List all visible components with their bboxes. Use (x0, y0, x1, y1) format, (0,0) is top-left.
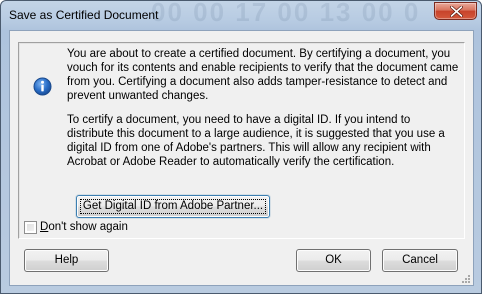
message-panel: You are about to create a certified docu… (18, 42, 465, 239)
get-digital-id-button[interactable]: Get Digital ID from Adobe Partner... (76, 195, 270, 218)
dialog-body: You are about to create a certified docu… (9, 30, 474, 286)
get-digital-id-label: Get Digital ID from Adobe Partner... (82, 200, 264, 212)
info-icon (33, 77, 52, 96)
close-icon (450, 6, 463, 17)
dont-show-again-checkbox[interactable] (24, 221, 37, 234)
window-title: Save as Certified Document (9, 8, 159, 22)
dont-show-again-label[interactable]: Don't show again (40, 221, 128, 233)
cancel-button[interactable]: Cancel (382, 249, 458, 272)
ok-button[interactable]: OK (296, 249, 371, 272)
title-bar[interactable]: Save as Certified Document (1, 1, 481, 29)
resize-grip-icon[interactable] (461, 274, 471, 284)
help-button[interactable]: Help (24, 249, 109, 272)
close-button[interactable] (434, 2, 477, 20)
dialog-window: 00 00 17 00 13 00 0 Save as Certified Do… (0, 0, 482, 294)
digital-id-description: To certify a document, you need to have … (67, 114, 445, 168)
dont-show-again-text: on't show again (48, 221, 128, 233)
certify-description: You are about to create a certified docu… (67, 48, 459, 102)
